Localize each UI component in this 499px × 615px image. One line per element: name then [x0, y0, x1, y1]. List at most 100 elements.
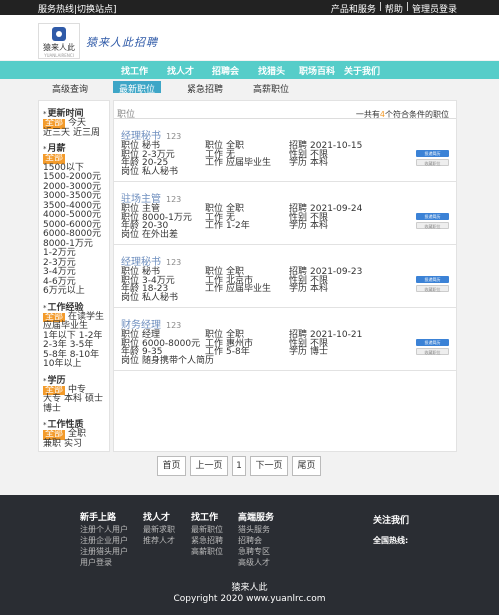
job-info-col-1: 职位 主管 职位 8000-1万元 年龄 20-30 岗位 在外出差	[121, 204, 192, 240]
service-hotline-text[interactable]: 服务热线|切换站点]	[38, 2, 117, 15]
job-info-col-1: 职位 经理 职位 6000-8000元 年龄 9-35 岗位 随身携带个人简历	[121, 330, 215, 366]
job-info-col-3: 招聘 2021-10-15 性别 不限 学历 本科	[289, 141, 363, 168]
nav-item-headhunter[interactable]: 找猎头	[258, 64, 285, 77]
job-info-col-2: 职位 全职 工作 北京市 工作 应届毕业生	[205, 267, 272, 294]
filter-option[interactable]: 兼职	[43, 439, 61, 450]
job-title-link[interactable]: 经理秘书 123	[121, 253, 181, 268]
job-info-col-1: 职位 秘书 职位 3-4万元 年龄 18-23 岗位 私人秘书	[121, 267, 179, 303]
footer-link[interactable]: 注册猎头用户	[80, 546, 128, 557]
filter-options-update-time: 全部 今天 近三天 近三周	[43, 118, 105, 139]
prev-page-button[interactable]: 上一页	[190, 456, 228, 476]
pagination: 首页 上一页 1 下一页 尾页	[157, 456, 321, 476]
job-card: 财务经理 123 职位 经理 职位 6000-8000元 年龄 9-35 岗位 随身携带个…	[114, 309, 456, 371]
job-card: 经理秘书 123 职位 秘书 职位 3-4万元 年龄 18-23 岗位 私人秘书 职位 全职…	[114, 246, 456, 308]
filter-option[interactable]: 实习	[64, 439, 82, 450]
job-title-link[interactable]: 驻场主管 123	[121, 190, 181, 205]
footer-link[interactable]: 注册企业用户	[80, 535, 128, 546]
follow-us-title: 关注我们	[373, 516, 410, 526]
footer-bottom: 猿来人此 Copyright 2020 www.yuanlrc.com	[0, 583, 499, 605]
tab-urgent-hiring[interactable]: 紧急招聘	[181, 81, 229, 95]
separator: |	[378, 2, 382, 12]
filter-option[interactable]: 近三周	[73, 128, 100, 139]
logo-subtext: YUANLAIRENCI	[44, 53, 74, 58]
footer-link[interactable]: 高薪职位	[191, 546, 223, 557]
last-page-button[interactable]: 尾页	[292, 456, 321, 476]
job-number: 123	[166, 195, 182, 204]
top-links: 产品和服务 | 帮助 | 管理员登录	[331, 2, 457, 15]
footer-link[interactable]: 紧急招聘	[191, 535, 223, 546]
job-info-col-3: 招聘 2021-10-21 性别 不限 学历 博士	[289, 330, 363, 357]
job-list-panel: 职位 一共有4个符合条件的职位 经理秘书 123 职位 秘书 职位 2-3万元 年龄 2…	[113, 100, 457, 452]
footer-link[interactable]: 急聘专区	[238, 546, 274, 557]
nav-item-find-talent[interactable]: 找人才	[167, 64, 194, 77]
save-job-button[interactable]: 收藏职位	[416, 222, 449, 229]
sub-nav: 高级查询 最新职位 紧急招聘 高薪职位	[0, 80, 499, 95]
save-job-button[interactable]: 收藏职位	[416, 159, 449, 166]
nav-item-job-fair[interactable]: 招聘会	[212, 64, 239, 77]
filter-option[interactable]: 硕士	[85, 394, 103, 405]
job-title-link[interactable]: 财务经理 123	[121, 316, 181, 331]
footer-col-title: 高端服务	[238, 513, 275, 523]
apply-resume-button[interactable]: 投递简历	[416, 339, 449, 346]
nav-item-find-job[interactable]: 找工作	[121, 64, 148, 77]
top-bar: 服务热线|切换站点] 产品和服务 | 帮助 | 管理员登录	[0, 0, 499, 15]
hotline-label: 全国热线:	[373, 536, 409, 545]
next-page-button[interactable]: 下一页	[250, 456, 288, 476]
tab-advanced-search[interactable]: 高级查询	[46, 81, 94, 95]
footer-col-beginner: 新手上路 注册个人用户 注册企业用户 注册猎头用户 用户登录	[80, 513, 128, 568]
job-info-col-3: 招聘 2021-09-23 性别 不限 学历 本科	[289, 267, 363, 294]
job-info-col-2: 职位 全职 工作无 工作 应届毕业生	[205, 141, 272, 168]
tab-high-salary[interactable]: 高薪职位	[247, 81, 295, 95]
filter-options-experience: 全部 在读学生 应届毕业生 1年以下 1-2年 2-3年 3-5年 5-8年 8…	[43, 312, 105, 370]
admin-login-link[interactable]: 管理员登录	[412, 2, 457, 15]
job-info-col-2: 职位 全职 工作 惠州市 工作 5-8年	[205, 330, 254, 357]
tab-latest-jobs[interactable]: 最新职位	[113, 81, 162, 95]
filter-option[interactable]: 近三天	[43, 128, 70, 139]
filter-option[interactable]: 博士	[43, 404, 61, 415]
page-number-button[interactable]: 1	[232, 456, 246, 476]
job-number: 123	[166, 258, 182, 267]
site-footer: 新手上路 注册个人用户 注册企业用户 注册猎头用户 用户登录 找人才 最新求职 …	[0, 495, 499, 615]
apply-resume-button[interactable]: 投递简历	[416, 276, 449, 283]
job-card: 经理秘书 123 职位 秘书 职位 2-3万元 年龄 20-25 岗位 私人秘书 职位 全职…	[114, 120, 456, 182]
filter-options-education: 全部 中专 大专 本科 硕士 博士	[43, 385, 105, 415]
footer-link[interactable]: 用户登录	[80, 557, 128, 568]
filter-option[interactable]: 6万元以上	[43, 286, 105, 297]
nav-item-career-wiki[interactable]: 职场百科	[299, 64, 335, 77]
filter-options-salary: 全部 1500以下 1500-2000元 2000-3000元 3000-350…	[43, 153, 105, 297]
job-number: 123	[166, 321, 182, 330]
job-info-col-1: 职位 秘书 职位 2-3万元 年龄 20-25 岗位 私人秘书	[121, 141, 179, 177]
site-header: 猿来人此 YUANLAIRENCI 猿来人此招聘	[0, 15, 499, 60]
footer-col-title: 找人才	[143, 513, 171, 523]
site-logo[interactable]: 猿来人此 YUANLAIRENCI	[38, 23, 80, 59]
logo-text: 猿来人此	[43, 43, 75, 52]
footer-contact: 关注我们 全国热线:	[373, 513, 409, 546]
footer-link[interactable]: 猎头服务	[238, 524, 274, 535]
nav-item-about-us[interactable]: 关于我们	[344, 64, 380, 77]
filter-option[interactable]: 10年以上	[43, 359, 81, 370]
filter-option[interactable]: 本科	[64, 394, 82, 405]
footer-link[interactable]: 招聘会	[238, 535, 274, 546]
footer-link[interactable]: 最新求职	[143, 524, 175, 535]
apply-resume-button[interactable]: 投递简历	[416, 213, 449, 220]
footer-link[interactable]: 最新职位	[191, 524, 223, 535]
job-card: 驻场主管 123 职位 主管 职位 8000-1万元 年龄 20-30 岗位 在外出差 职…	[114, 183, 456, 245]
copyright-text: Copyright 2020 www.yuanlrc.com	[173, 594, 326, 604]
save-job-button[interactable]: 收藏职位	[416, 285, 449, 292]
job-title-link[interactable]: 经理秘书 123	[121, 127, 181, 142]
products-services-link[interactable]: 产品和服务	[331, 2, 376, 15]
apply-resume-button[interactable]: 投递简历	[416, 150, 449, 157]
filter-title-education: 学历	[43, 373, 105, 386]
logo-mark-icon	[52, 27, 66, 41]
first-page-button[interactable]: 首页	[157, 456, 186, 476]
main-nav: 找工作 找人才 招聘会 找猎头 职场百科 关于我们	[0, 61, 499, 79]
help-link[interactable]: 帮助	[385, 2, 403, 15]
footer-site-name: 猿来人此	[231, 583, 268, 593]
job-info-col-3: 招聘 2021-09-24 性别 不限 学历 本科	[289, 204, 363, 231]
footer-link[interactable]: 注册个人用户	[80, 524, 128, 535]
filter-title-experience: 工作经验	[43, 300, 105, 313]
job-number: 123	[166, 132, 182, 141]
footer-link[interactable]: 高级人才	[238, 557, 274, 568]
footer-link[interactable]: 推荐人才	[143, 535, 175, 546]
save-job-button[interactable]: 收藏职位	[416, 348, 449, 355]
